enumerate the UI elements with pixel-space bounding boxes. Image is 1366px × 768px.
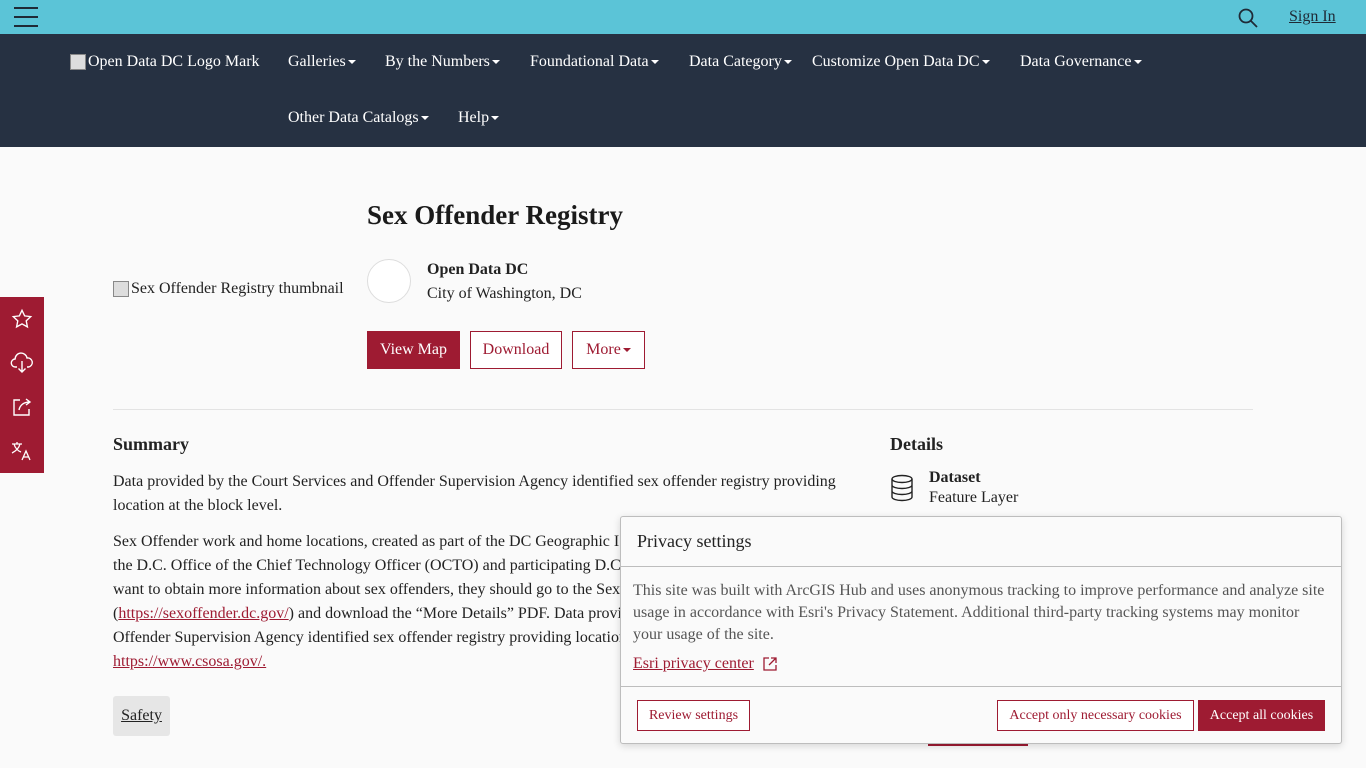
nav-label: Foundational Data	[530, 53, 649, 70]
privacy-text: This site was built with ArcGIS Hub and …	[633, 582, 1325, 643]
star-icon[interactable]	[0, 297, 44, 341]
nav-customize[interactable]: Customize Open Data DC	[812, 53, 990, 71]
tag-safety[interactable]: Safety	[113, 696, 170, 736]
nav-label: Customize Open Data DC	[812, 53, 980, 70]
details-heading: Details	[890, 434, 943, 454]
nav-foundational-data[interactable]: Foundational Data	[530, 53, 659, 71]
search-icon[interactable]	[1237, 7, 1259, 29]
summary-text: ) and download the “More Details” PDF. D…	[288, 605, 622, 622]
nav-by-the-numbers[interactable]: By the Numbers	[385, 53, 500, 71]
csosa-link[interactable]: https://www.csosa.gov/.	[113, 653, 266, 670]
more-label: More	[586, 341, 621, 358]
main-navigation: Open Data DC Logo Mark Galleries By the …	[0, 34, 1366, 147]
nav-label: Galleries	[288, 53, 346, 70]
nav-label: Data Category	[689, 53, 782, 70]
caret-down-icon	[1133, 60, 1142, 65]
privacy-footer: Review settings Accept only necessary co…	[621, 687, 1341, 743]
page-title: Sex Offender Registry	[367, 200, 623, 230]
dataset-type: Dataset	[929, 469, 981, 486]
privacy-settings-dialog: Privacy settings This site was built wit…	[620, 516, 1342, 744]
org-name[interactable]: Open Data DC	[427, 261, 528, 279]
summary-text: the D.C. Office of the Chief Technology …	[113, 557, 621, 574]
nav-data-governance[interactable]: Data Governance	[1020, 53, 1142, 71]
org-avatar	[367, 259, 411, 303]
caret-down-icon	[491, 116, 500, 121]
summary-text: Sex Offender work and home locations, cr…	[113, 533, 620, 550]
nav-other-catalogs[interactable]: Other Data Catalogs	[288, 109, 429, 127]
share-icon[interactable]	[0, 385, 44, 429]
logo-alt-text: Open Data DC Logo Mark	[88, 53, 260, 70]
caret-down-icon	[491, 60, 500, 65]
sex-offender-site-link[interactable]: https://sexoffender.dc.gov/	[118, 605, 288, 622]
translate-icon[interactable]	[0, 429, 44, 473]
caret-down-icon	[783, 60, 792, 65]
dataset-subtype: Feature Layer	[929, 489, 1019, 506]
review-settings-button[interactable]: Review settings	[637, 700, 750, 731]
summary-heading: Summary	[113, 434, 189, 454]
caret-down-icon	[981, 60, 990, 65]
nav-galleries[interactable]: Galleries	[288, 53, 356, 71]
more-button[interactable]: More	[572, 331, 645, 369]
site-logo[interactable]: Open Data DC Logo Mark	[70, 53, 260, 71]
accept-necessary-cookies-button[interactable]: Accept only necessary cookies	[997, 700, 1194, 731]
side-action-bar	[0, 297, 44, 473]
accept-all-cookies-button[interactable]: Accept all cookies	[1198, 700, 1325, 731]
hamburger-menu-icon[interactable]	[14, 7, 38, 27]
summary-paragraph-1: Data provided by the Court Services and …	[113, 473, 836, 514]
caret-down-icon	[347, 60, 356, 65]
nav-data-category[interactable]: Data Category	[689, 53, 792, 71]
sign-in-link[interactable]: Sign In	[1289, 8, 1336, 26]
dataset-thumbnail: Sex Offender Registry thumbnail	[113, 280, 344, 298]
section-divider	[113, 409, 1253, 410]
org-location: City of Washington, DC	[427, 285, 582, 302]
download-button[interactable]: Download	[470, 331, 562, 369]
broken-image-icon	[70, 54, 86, 70]
thumbnail-alt-text: Sex Offender Registry thumbnail	[131, 280, 344, 297]
caret-down-icon	[420, 116, 429, 121]
esri-privacy-center-link[interactable]: Esri privacy center	[633, 653, 778, 675]
privacy-title: Privacy settings	[621, 517, 1341, 567]
nav-label: By the Numbers	[385, 53, 490, 70]
caret-down-icon	[622, 348, 631, 352]
top-bar: Sign In	[0, 0, 1366, 34]
view-map-button[interactable]: View Map	[367, 331, 460, 369]
broken-image-icon	[113, 281, 129, 297]
privacy-body: This site was built with ArcGIS Hub and …	[621, 567, 1341, 687]
summary-text: Offender Supervision Agency identified s…	[113, 629, 627, 646]
database-icon	[890, 474, 914, 502]
nav-label: Data Governance	[1020, 53, 1132, 70]
cloud-download-icon[interactable]	[0, 341, 44, 385]
nav-label: Other Data Catalogs	[288, 109, 419, 126]
caret-down-icon	[650, 60, 659, 65]
nav-help[interactable]: Help	[458, 109, 500, 127]
privacy-link-label: Esri privacy center	[633, 655, 754, 672]
external-link-icon	[763, 657, 777, 671]
nav-label: Help	[458, 109, 490, 126]
summary-text: want to obtain more information about se…	[113, 581, 621, 598]
